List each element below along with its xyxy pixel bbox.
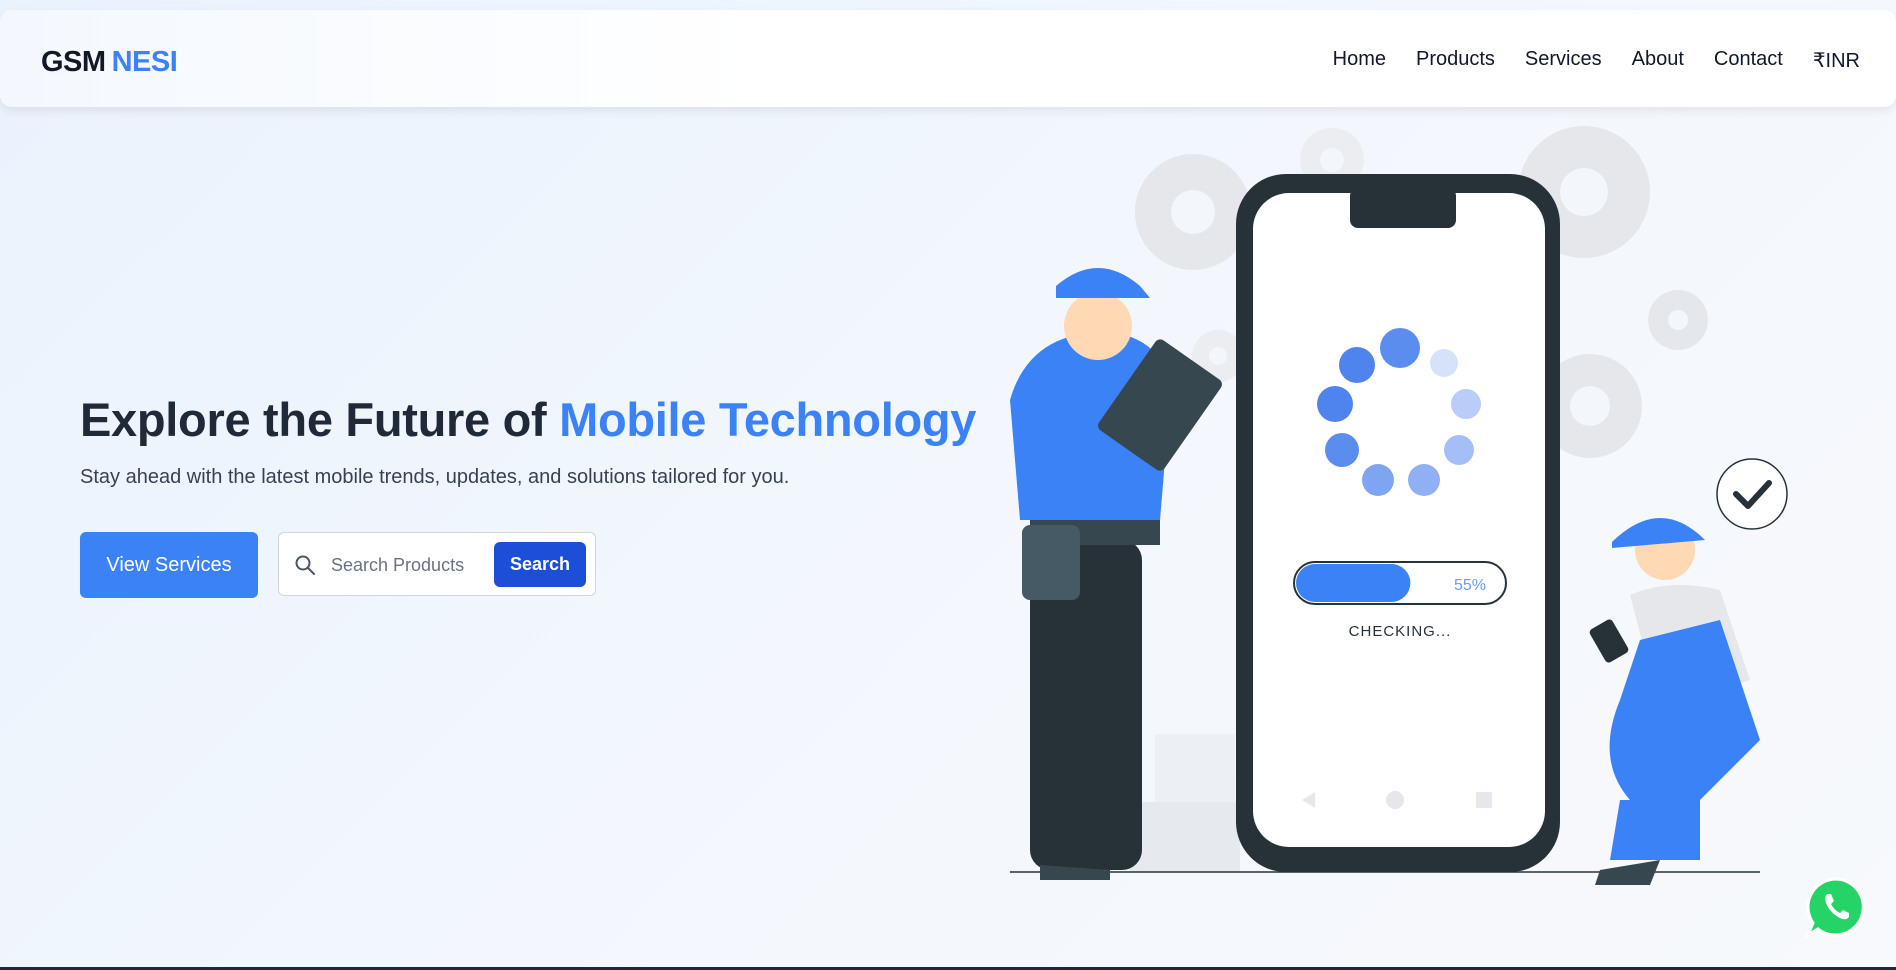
search-button[interactable]: Search [494,542,586,587]
kneeling-technician [1589,517,1760,885]
currency-selector[interactable]: ₹INR [1813,48,1860,73]
search-input[interactable] [329,547,473,583]
nav-link-about[interactable]: About [1632,48,1684,73]
storage-box [1130,802,1240,872]
nav-link-contact[interactable]: Contact [1714,48,1783,73]
hero-title-part1: Explore the Future of [80,393,560,446]
progress-label: 55% [1454,577,1486,594]
gear-icon [1648,290,1708,350]
logo-text-primary: GSM [41,46,106,78]
top-navbar: GSM NESI Home Products Services About Con… [0,10,1896,107]
status-text: CHECKING... [1349,623,1452,640]
search-icon [295,555,315,575]
hero-subtitle: Stay ahead with the latest mobile trends… [80,466,790,488]
hero-title-accent: Mobile Technology [559,393,977,446]
nav-link-products[interactable]: Products [1416,48,1495,73]
checkmark-icon [1716,458,1788,530]
phone-illustration: 55% CHECKING... [1236,174,1560,872]
hero-title: Explore the Future of Mobile Technology [80,392,976,447]
product-search-box: Search [278,532,596,596]
nav-link-services[interactable]: Services [1525,48,1602,73]
view-services-button[interactable]: View Services [80,532,258,598]
logo-text-accent: NESI [111,46,178,78]
nav-menu: Home Products Services About Contact ₹IN… [1303,48,1860,73]
site-logo[interactable]: GSM NESI [41,46,178,79]
whatsapp-icon[interactable] [1804,875,1868,939]
repair-illustration: 55% CHECKING... [1010,126,1788,885]
nav-link-home[interactable]: Home [1333,48,1386,73]
gear-icon [1135,154,1251,270]
